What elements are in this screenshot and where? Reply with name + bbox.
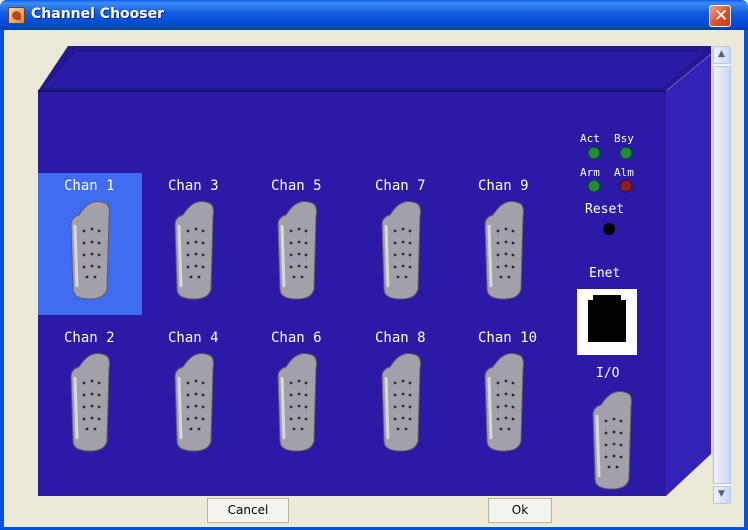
channel-label[interactable]: Chan 2 xyxy=(64,330,115,346)
panel-top-inner xyxy=(44,52,704,88)
channel-chooser-window: Channel Chooser ✕ Chan 1 Chan 3 Chan 5 C… xyxy=(0,0,748,530)
io-label: I/O xyxy=(596,366,620,381)
alm-led-icon xyxy=(619,179,633,193)
scroll-up-button[interactable]: ▲ xyxy=(713,46,731,64)
cancel-button[interactable]: Cancel xyxy=(207,498,289,523)
ok-button[interactable]: Ok xyxy=(488,498,552,523)
bsy-label: Bsy xyxy=(614,132,634,145)
channel-label[interactable]: Chan 5 xyxy=(271,178,322,194)
close-button[interactable]: ✕ xyxy=(709,5,731,27)
window-title: Channel Chooser xyxy=(31,6,164,22)
channel-label[interactable]: Chan 4 xyxy=(168,330,219,346)
chevron-up-icon: ▲ xyxy=(718,49,725,59)
channel-connector-5[interactable] xyxy=(484,201,524,300)
vertical-scrollbar[interactable]: ▲ ▼ xyxy=(712,46,731,504)
channel-label[interactable]: Chan 10 xyxy=(478,330,537,346)
channel-connector-3[interactable] xyxy=(277,201,317,300)
channel-label[interactable]: Chan 8 xyxy=(375,330,426,346)
chevron-down-icon: ▼ xyxy=(718,489,725,499)
channel-connector-7[interactable] xyxy=(174,353,214,452)
enet-label: Enet xyxy=(589,266,621,281)
channel-connector-4[interactable] xyxy=(381,201,421,300)
act-led-icon xyxy=(587,146,601,160)
button-bar: Cancel Ok xyxy=(22,498,712,526)
close-icon: ✕ xyxy=(714,6,729,26)
arm-label: Arm xyxy=(580,166,600,179)
channel-label[interactable]: Chan 9 xyxy=(478,178,529,194)
channel-connector-10[interactable] xyxy=(484,353,524,452)
channel-label[interactable]: Chan 3 xyxy=(168,178,219,194)
channel-connector-9[interactable] xyxy=(381,353,421,452)
channel-connector-6[interactable] xyxy=(70,353,110,452)
reset-label: Reset xyxy=(585,202,625,217)
app-icon xyxy=(8,7,25,24)
alm-label: Alm xyxy=(614,166,634,179)
bsy-led-icon xyxy=(619,146,633,160)
reset-button-icon[interactable] xyxy=(603,223,615,235)
io-connector[interactable] xyxy=(592,391,632,490)
arm-led-icon xyxy=(587,179,601,193)
device-panel: Chan 1 Chan 3 Chan 5 Chan 7 Chan 9 Chan 2 Chan… xyxy=(14,46,711,496)
title-bar[interactable]: Channel Chooser ✕ xyxy=(0,0,748,30)
channel-label[interactable]: Chan 7 xyxy=(375,178,426,194)
act-label: Act xyxy=(580,132,600,145)
channel-connector-8[interactable] xyxy=(277,353,317,452)
scroll-down-button[interactable]: ▼ xyxy=(713,486,731,504)
scroll-thumb[interactable] xyxy=(713,66,731,484)
client-area: Chan 1 Chan 3 Chan 5 Chan 7 Chan 9 Chan 2 Chan… xyxy=(4,30,744,527)
channel-label[interactable]: Chan 1 xyxy=(64,178,115,194)
channel-label[interactable]: Chan 6 xyxy=(271,330,322,346)
panel-side-face xyxy=(666,54,711,496)
channel-connector-1[interactable] xyxy=(70,201,110,300)
channel-connector-2[interactable] xyxy=(174,201,214,300)
